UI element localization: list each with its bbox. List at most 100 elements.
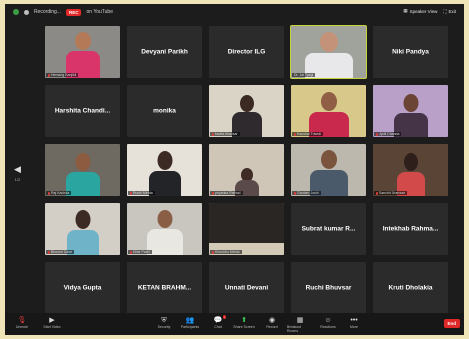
- zoom-window: Recording... REC on YouTube ▦ Speaker Vie…: [5, 4, 464, 335]
- muted-mic-icon: [294, 191, 296, 195]
- record-icon: ◉: [268, 317, 276, 324]
- chat-bubble-icon: 💬: [213, 317, 223, 324]
- participant-tile[interactable]: KETAN BRAHM...: [127, 262, 202, 314]
- participant-tile[interactable]: Bhoomi Dave: [45, 203, 120, 255]
- recording-text: Recording...: [34, 9, 61, 15]
- participant-tile[interactable]: Khushbu Mehta: [209, 203, 284, 255]
- participant-name-label: Gautam Joshi: [292, 191, 321, 195]
- participant-name: KETAN BRAHM...: [137, 284, 192, 292]
- participants-button[interactable]: 👥 Participants: [177, 316, 203, 329]
- participant-tile[interactable]: Raj Kachda: [45, 144, 120, 196]
- participant-tile[interactable]: Intekhab Rahma...: [373, 203, 448, 255]
- muted-mic-icon: [48, 73, 50, 77]
- participant-tile[interactable]: Ruchi Bhuvsar: [291, 262, 366, 314]
- participant-name-label: Ruchi Mehta: [128, 191, 155, 195]
- participant-name: monika: [153, 107, 176, 115]
- record-button[interactable]: ◉ Record: [259, 316, 285, 329]
- participant-tile[interactable]: Vidya Gupta: [45, 262, 120, 314]
- top-bar: Recording... REC on YouTube ▦ Speaker Vie…: [5, 4, 464, 20]
- participant-name: Intekhab Rahma...: [382, 225, 439, 233]
- participant-tile[interactable]: kavita bhavsar: [209, 85, 284, 137]
- participant-tile[interactable]: Kruti Dholakia: [373, 262, 448, 314]
- participant-name: Harshita Chandi...: [54, 107, 111, 115]
- muted-mic-icon: [376, 191, 378, 195]
- muted-mic-icon: [130, 250, 132, 254]
- participant-tile-active-speaker[interactable]: Dr. Jai Tyagi: [290, 25, 367, 79]
- chat-badge: •: [222, 315, 226, 319]
- participant-tile[interactable]: Mihir Patel: [127, 203, 202, 255]
- fullscreen-icon: ⛶: [443, 8, 447, 14]
- participant-tile[interactable]: Gautam Joshi: [291, 144, 366, 196]
- participant-tile[interactable]: Unnati Devani: [209, 262, 284, 314]
- exit-fullscreen-button[interactable]: ⛶ Exit: [443, 8, 456, 14]
- mic-off-icon: 🎙: [17, 317, 27, 324]
- participant-tile[interactable]: Harshita Chandi...: [45, 85, 120, 137]
- participant-tile[interactable]: Subrat kumar R...: [291, 203, 366, 255]
- breakout-rooms-button[interactable]: ▦ Breakout Rooms: [287, 316, 313, 333]
- participant-name-label: kavita bhavsar: [210, 132, 240, 136]
- participant-name: Subrat kumar R...: [301, 225, 356, 233]
- muted-mic-icon: [212, 250, 214, 254]
- host-text: on YouTube: [86, 9, 113, 15]
- muted-mic-icon: [48, 191, 50, 195]
- participant-name: Vidya Gupta: [63, 284, 102, 292]
- participant-name: Unnati Devani: [224, 284, 269, 292]
- participant-tile[interactable]: Devyani Parikh: [127, 26, 202, 78]
- participant-name-label: Sanchit Jhanwar: [374, 191, 407, 195]
- gallery-grid: Hemang Kanjikli Devyani Parikh Director …: [45, 25, 449, 316]
- participant-name-label: Kaushal Trivedi: [292, 132, 323, 136]
- participant-name-label: Khushbu Mehta: [210, 250, 242, 254]
- participant-name-label: Hemang Kanjikli: [46, 73, 79, 77]
- muted-mic-icon: [130, 191, 132, 195]
- shield-icon: ⛨: [161, 317, 167, 324]
- participant-tile[interactable]: Sanchit Jhanwar: [373, 144, 448, 196]
- more-dots-icon: •••: [350, 317, 358, 324]
- participant-tile[interactable]: monika: [127, 85, 202, 137]
- muted-mic-icon: [294, 132, 296, 136]
- grid-icon: ▦: [403, 8, 408, 13]
- meeting-toolbar: 🎙 Unmute ▶ Start Video ⛨ Security 👥 Part…: [5, 313, 464, 335]
- rec-badge[interactable]: REC: [65, 8, 82, 16]
- end-meeting-button[interactable]: End: [443, 319, 460, 328]
- share-screen-icon: ⬆: [241, 317, 247, 324]
- participant-tile[interactable]: Ruchi Mehta: [127, 144, 202, 196]
- unmute-button[interactable]: 🎙 Unmute: [9, 316, 35, 329]
- breakout-rooms-icon: ▦: [296, 317, 304, 324]
- participant-name-label: Raj Kachda: [46, 191, 72, 195]
- participant-name: Director ILG: [227, 48, 266, 56]
- participant-tile[interactable]: Jyoti Chanda: [373, 85, 448, 137]
- start-video-button[interactable]: ▶ Start Video: [39, 316, 65, 329]
- participant-tile[interactable]: Hemang Kanjikli: [45, 26, 120, 78]
- participant-name-label: priyanka Rathod: [210, 191, 243, 195]
- people-icon: 👥: [185, 317, 195, 324]
- participant-name-label: Bhoomi Dave: [46, 250, 75, 254]
- participant-name: Niki Pandya: [392, 48, 429, 56]
- muted-mic-icon: [376, 132, 378, 136]
- smiley-icon: ☺: [324, 317, 332, 324]
- participant-tile[interactable]: Niki Pandya: [373, 26, 448, 78]
- top-right-controls: ▦ Speaker View ⛶ Exit: [403, 8, 456, 14]
- muted-mic-icon: [212, 132, 214, 136]
- prev-page-button[interactable]: ◀ 1/2: [14, 164, 21, 182]
- share-screen-button[interactable]: ⬆ Share Screen: [231, 316, 257, 329]
- participant-name: Ruchi Bhuvsar: [305, 284, 352, 292]
- participant-name: Devyani Parikh: [141, 48, 188, 56]
- participant-name: Kruti Dholakia: [388, 284, 433, 292]
- video-off-icon: ▶: [49, 317, 55, 324]
- participant-tile[interactable]: Director ILG: [209, 26, 284, 78]
- page-indicator: 1/2: [14, 177, 21, 182]
- reactions-button[interactable]: ☺ Reactions: [315, 316, 341, 329]
- info-icon[interactable]: [24, 9, 29, 15]
- more-button[interactable]: ••• More: [341, 316, 367, 329]
- security-button[interactable]: ⛨ Security: [151, 316, 177, 329]
- speaker-view-button[interactable]: ▦ Speaker View: [403, 8, 437, 14]
- participant-tile[interactable]: priyanka Rathod: [209, 144, 284, 196]
- participant-tile[interactable]: Kaushal Trivedi: [291, 85, 366, 137]
- participant-name-label: Jyoti Chanda: [374, 132, 402, 136]
- chat-button[interactable]: 💬 • Chat: [205, 315, 231, 329]
- muted-mic-icon: [48, 250, 50, 254]
- participant-name-label: Mihir Patel: [128, 250, 152, 254]
- chevron-left-icon: ◀: [14, 164, 21, 174]
- participant-name-label: Dr. Jai Tyagi: [292, 73, 316, 77]
- shield-icon[interactable]: [13, 9, 19, 15]
